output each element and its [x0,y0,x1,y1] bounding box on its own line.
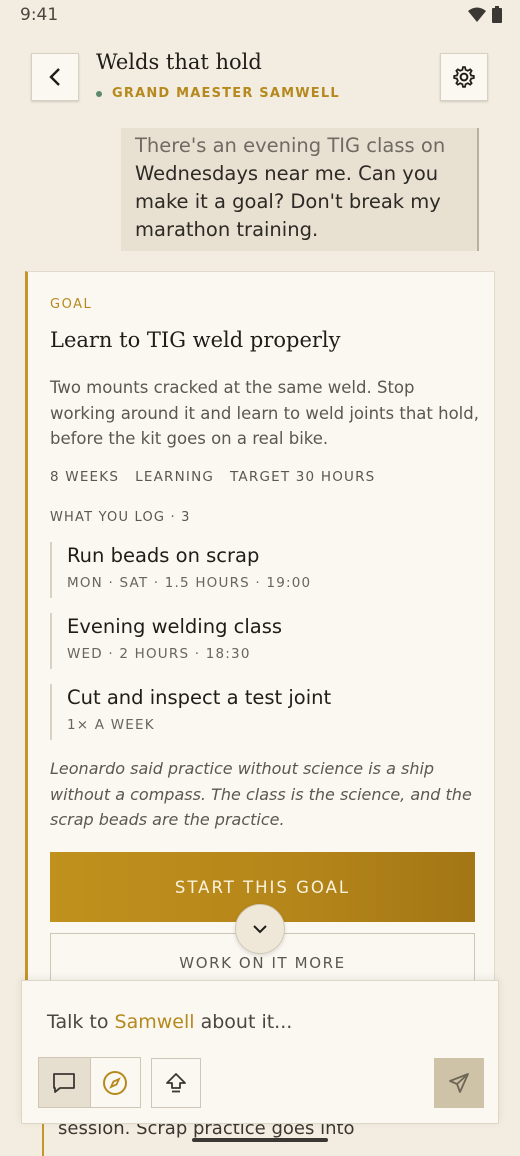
goal-quote: Leonardo said practice without science i… [50,759,472,829]
goal-title: Learn to TIG weld properly [50,328,341,352]
goal-label: GOAL [50,297,93,312]
goal-type: LEARNING [135,469,215,485]
message-input[interactable]: Talk to Samwell about it... [47,1011,292,1033]
user-message: There's an evening TIG class on Wednesda… [121,128,479,251]
log-item-name: Run beads on scrap [67,544,260,567]
compass-mode-button[interactable] [89,1058,140,1107]
mode-toggle [38,1057,141,1108]
message-line-faded: There's an evening TIG class on [135,134,446,157]
upload-button[interactable] [151,1058,201,1108]
input-placeholder-prefix: Talk to [47,1011,115,1033]
send-button[interactable] [434,1058,484,1108]
input-placeholder-suffix: about it... [194,1011,293,1033]
goal-description: Two mounts cracked at the same weld. Sto… [50,378,479,448]
chat-bubble-icon [53,1072,76,1093]
log-item-name: Cut and inspect a test joint [67,686,332,709]
log-item: Cut and inspect a test joint 1× A WEEK [50,684,470,740]
scroll-down-button[interactable] [235,904,285,954]
input-placeholder-name: Samwell [114,1011,195,1033]
composer: Talk to Samwell about it... [21,980,499,1124]
log-item: Evening welding class WED · 2 HOURS · 18… [50,613,470,669]
goal-target: TARGET 30 HOURS [230,469,376,485]
battery-icon [492,6,502,23]
log-item-detail: 1× A WEEK [67,717,155,733]
log-item-name: Evening welding class [67,615,283,638]
chevron-left-icon [49,68,60,86]
send-icon [449,1073,469,1093]
chevron-down-icon [253,925,267,934]
settings-button[interactable] [440,53,488,101]
compass-icon [103,1070,128,1095]
page-title: Welds that hold [96,50,262,74]
wifi-icon [468,7,486,22]
log-item-detail: MON · SAT · 1.5 HOURS · 19:00 [67,575,312,591]
upload-arrow-icon [166,1073,186,1093]
header: Welds that hold GRAND MAESTER SAMWELL [0,40,520,120]
status-time: 9:41 [20,5,59,25]
online-dot-icon [96,90,102,97]
log-item-detail: WED · 2 HOURS · 18:30 [67,646,251,662]
message-line: make it a goal? Don't break my [135,190,441,213]
chat-mode-button[interactable] [39,1058,90,1107]
back-button[interactable] [31,53,79,101]
gear-icon [453,66,475,88]
goal-meta: 8 WEEKS LEARNING TARGET 30 HOURS [50,469,375,485]
log-item: Run beads on scrap MON · SAT · 1.5 HOURS… [50,542,470,598]
message-line: marathon training. [135,218,319,241]
assistant-name-label: GRAND MAESTER SAMWELL [112,86,340,101]
status-bar: 9:41 [0,0,520,32]
status-icons [468,6,502,23]
log-section-label: WHAT YOU LOG · 3 [50,510,191,525]
goal-duration: 8 WEEKS [50,469,120,485]
home-indicator [192,1138,328,1142]
assistant-name: GRAND MAESTER SAMWELL [96,86,340,101]
message-line: Wednesdays near me. Can you [135,162,439,185]
